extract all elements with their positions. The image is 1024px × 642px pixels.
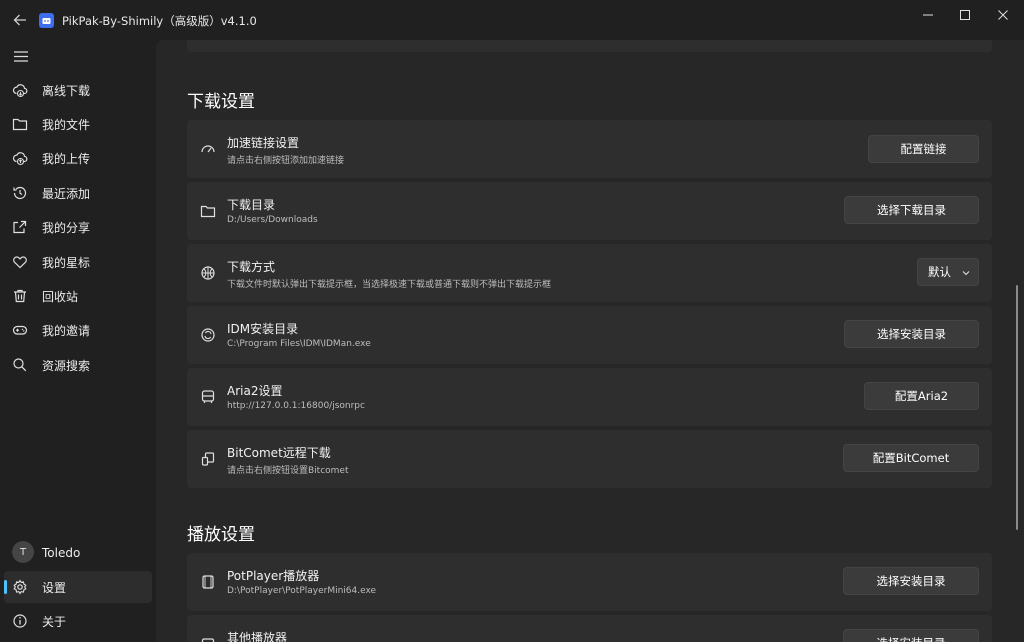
select-download-directory-button[interactable]: 选择下载目录 [844,196,979,224]
cloud-upload-icon [12,150,28,166]
sidebar-item-resource-search[interactable]: 资源搜索 [4,349,152,381]
chevron-down-icon [962,271,970,276]
speedometer-icon [200,141,216,157]
card-aria2-settings: Aria2设置 http://127.0.0.1:16800/jsonrpc 配… [187,368,992,426]
sidebar-item-settings[interactable]: 设置 [4,571,152,603]
window-title: PikPak-By-Shimily（高级版）v4.1.0 [62,14,257,28]
card-title: 下载方式 [227,260,276,274]
sidebar-item-my-files[interactable]: 我的文件 [4,108,152,140]
card-potplayer: PotPlayer播放器 D:\PotPlayer\PotPlayerMini6… [187,553,992,611]
trash-icon [12,288,28,304]
configure-link-button[interactable]: 配置链接 [868,135,979,163]
card-subtitle: http://127.0.0.1:16800/jsonrpc [227,401,365,411]
configure-bitcomet-button[interactable]: 配置BitComet [843,444,979,472]
settings-content: 下载设置 加速链接设置 请点击右侧按钮添加加速链接 配置链接 下载目录 D:/U… [156,40,1024,642]
scrollbar[interactable] [1016,285,1018,530]
arrow-left-icon [13,14,26,26]
sidebar-item-label: 我的邀请 [42,323,91,338]
card-title: Aria2设置 [227,384,283,398]
select-other-player-directory-button[interactable]: 选择安装目录 [843,629,979,642]
sidebar-item-recently-added[interactable]: 最近添加 [4,177,152,209]
folder-icon [200,203,216,219]
section-title-play: 播放设置 [187,525,255,545]
select-potplayer-directory-button[interactable]: 选择安装目录 [843,567,979,595]
sidebar: 离线下载 我的文件 我的上传 最近添加 我的分享 我的星标 回收站 我的邀请 资… [0,40,156,642]
card-accelerate-link: 加速链接设置 请点击右侧按钮添加加速链接 配置链接 [187,120,992,178]
card-subtitle: 请点击右侧按钮设置Bitcomet [227,466,349,476]
sidebar-item-about[interactable]: 关于 [4,605,152,637]
maximize-icon [960,10,970,20]
sidebar-item-my-uploads[interactable]: 我的上传 [4,142,152,174]
card-title: 下载目录 [227,198,276,212]
sidebar-item-label: 设置 [42,580,67,595]
user-name: Toledo [42,546,81,560]
card-title: IDM安装目录 [227,322,299,336]
configure-aria2-button[interactable]: 配置Aria2 [864,382,979,410]
sidebar-item-label: 资源搜索 [42,358,91,373]
back-button[interactable] [8,8,32,32]
card-title: 加速链接设置 [227,136,300,150]
download-method-dropdown[interactable]: 默认 [917,258,979,286]
gamepad-icon [12,322,28,338]
sidebar-item-label: 我的分享 [42,220,91,235]
refresh-circle-icon [200,327,216,343]
heart-icon [12,254,28,270]
folder-icon [12,116,28,132]
player-icon [200,636,216,642]
card-download-method: 下载方式 下载文件时默认弹出下载提示框，当选择极速下载或普通下载则不弹出下载提示… [187,244,992,302]
title-bar: PikPak-By-Shimily（高级版）v4.1.0 [0,0,1024,40]
select-idm-directory-button[interactable]: 选择安装目录 [844,320,979,348]
card-subtitle: D:\PotPlayer\PotPlayerMini64.exe [227,586,377,596]
avatar: T [12,541,34,563]
card-subtitle: C:\Program Files\IDM\IDMan.exe [227,339,371,349]
card-title: PotPlayer播放器 [227,569,320,583]
sidebar-item-label: 我的上传 [42,151,91,166]
basketball-icon [200,265,216,281]
history-icon [12,185,28,201]
dropdown-value: 默认 [928,265,951,279]
film-icon [200,574,216,590]
sidebar-item-my-invites[interactable]: 我的邀请 [4,314,152,346]
search-icon [12,357,28,373]
sidebar-item-label: 离线下载 [42,83,91,98]
bus-icon [200,389,216,405]
close-icon [998,10,1008,20]
sidebar-item-label: 我的星标 [42,255,91,270]
cloud-download-icon [12,82,28,98]
menu-toggle-button[interactable] [8,44,34,68]
devices-icon [200,451,216,467]
gear-icon [12,579,28,595]
settings-card-partial [187,40,992,52]
close-button[interactable] [981,0,1024,30]
card-subtitle: 下载文件时默认弹出下载提示框，当选择极速下载或普通下载则不弹出下载提示框 [227,280,552,290]
sidebar-item-user[interactable]: T Toledo [4,537,152,569]
sidebar-item-offline-download[interactable]: 离线下载 [4,74,152,106]
section-title-download: 下载设置 [187,92,255,112]
app-logo-icon [39,13,54,28]
card-download-directory: 下载目录 D:/Users/Downloads 选择下载目录 [187,182,992,240]
hamburger-icon [14,50,28,62]
info-icon [12,613,28,629]
card-other-player: 其他播放器 选择安装目录 [187,615,992,642]
card-bitcomet-remote: BitComet远程下载 请点击右侧按钮设置Bitcomet 配置BitCome… [187,430,992,488]
card-subtitle: D:/Users/Downloads [227,215,318,225]
sidebar-item-my-favorites[interactable]: 我的星标 [4,246,152,278]
sidebar-item-label: 回收站 [42,289,79,304]
minimize-icon [923,14,933,16]
sidebar-item-my-shares[interactable]: 我的分享 [4,211,152,243]
card-title: 其他播放器 [227,631,288,642]
card-subtitle: 请点击右侧按钮添加加速链接 [227,156,345,166]
sidebar-item-label: 关于 [42,614,67,629]
share-icon [12,219,28,235]
sidebar-item-label: 最近添加 [42,186,91,201]
card-title: BitComet远程下载 [227,446,331,460]
card-idm-directory: IDM安装目录 C:\Program Files\IDM\IDMan.exe 选… [187,306,992,364]
sidebar-item-recycle-bin[interactable]: 回收站 [4,280,152,312]
sidebar-item-label: 我的文件 [42,117,91,132]
